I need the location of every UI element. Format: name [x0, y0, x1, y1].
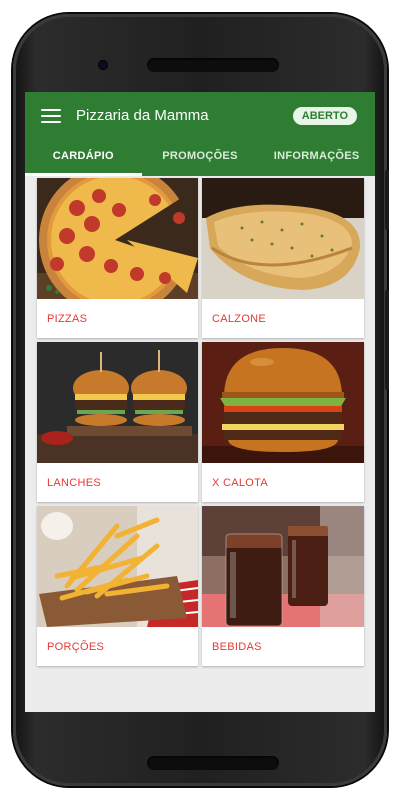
category-card-pizzas[interactable]: PIZZAS [37, 178, 198, 338]
category-label: LANCHES [47, 477, 102, 489]
volume-button [385, 290, 389, 390]
calzone-photo [202, 178, 364, 299]
soda-photo [202, 506, 364, 627]
category-card-lanches[interactable]: LANCHES [37, 342, 198, 502]
category-label: PIZZAS [47, 313, 88, 325]
category-card-bebidas[interactable]: BEBIDAS [202, 506, 364, 666]
category-grid: PIZZAS CALZONE LANCHES X CALOTA PORÇÕES … [37, 178, 364, 666]
tab-cardapio[interactable]: CARDÁPIO [25, 138, 142, 176]
category-label: X CALOTA [212, 477, 268, 489]
front-camera [99, 61, 107, 69]
bottom-speaker [147, 756, 279, 770]
app-screen: Pizzaria da Mamma ABERTO CARDÁPIO PROMOÇ… [25, 92, 375, 712]
category-card-x-calota[interactable]: X CALOTA [202, 342, 364, 502]
tab-bar: CARDÁPIO PROMOÇÕES INFORMAÇÕES [25, 138, 375, 176]
category-label: BEBIDAS [212, 641, 262, 653]
category-label: CALZONE [212, 313, 267, 325]
earpiece-speaker [147, 58, 279, 72]
tab-promocoes[interactable]: PROMOÇÕES [142, 138, 259, 176]
app-title: Pizzaria da Mamma [76, 107, 209, 124]
big-burger-photo [202, 342, 364, 463]
tab-informacoes[interactable]: INFORMAÇÕES [258, 138, 375, 176]
menu-icon[interactable] [41, 109, 61, 123]
category-label: PORÇÕES [47, 641, 105, 653]
burgers-photo [37, 342, 198, 463]
fries-photo [37, 506, 198, 627]
app-bar: Pizzaria da Mamma ABERTO CARDÁPIO PROMOÇ… [25, 92, 375, 176]
status-badge: ABERTO [292, 107, 357, 125]
power-button [385, 170, 389, 230]
category-card-porcoes[interactable]: PORÇÕES [37, 506, 198, 666]
category-card-calzone[interactable]: CALZONE [202, 178, 364, 338]
pizza-photo [37, 178, 198, 299]
